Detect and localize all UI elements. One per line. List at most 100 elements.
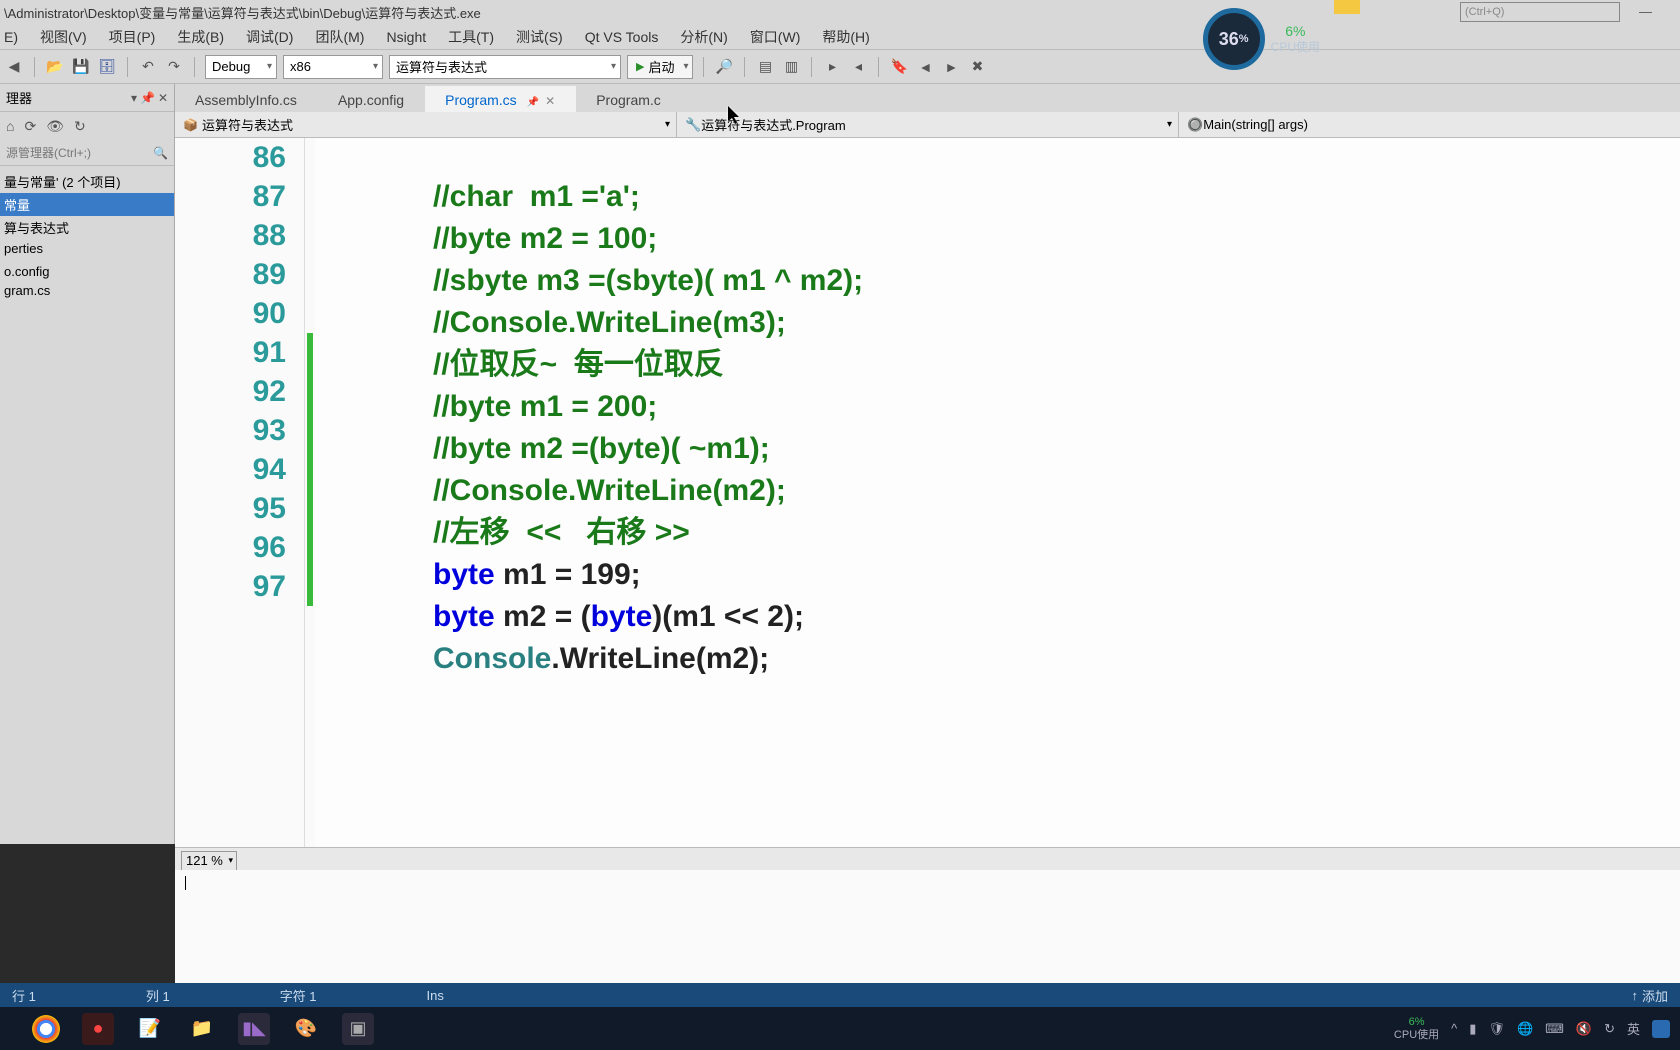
taskbar-explorer-icon[interactable]: 📁 [186,1013,218,1045]
cpu-ring: 36% [1203,8,1265,70]
comment-icon[interactable]: ▤ [755,57,775,77]
nav-member-dropdown[interactable]: 🔘Main(string[] args) [1179,112,1680,137]
notification-button[interactable] [1334,0,1360,14]
solution-title: 理器 ▾ 📌 ✕ [0,84,174,112]
window-title: \Administrator\Desktop\变量与常量\运算符与表达式\bin… [4,3,481,22]
code-nav-bar: 📦运算符与表达式 🔧运算符与表达式.Program 🔘Main(string[]… [175,112,1680,138]
tray-sync-icon[interactable]: ↻ [1604,1021,1615,1037]
taskbar-vs-icon[interactable]: ▮◣ [238,1013,270,1045]
menu-project[interactable]: 项目(P) [109,27,156,47]
tray-volume-icon[interactable]: 🔇 [1576,1021,1592,1037]
system-tray: 6%CPU使用 ^ ▮ 🛡 🌐 ⌨ 🔇 ↻ 英 [1394,1016,1670,1040]
tab-program-2[interactable]: Program.c [576,88,682,112]
menu-file[interactable]: E) [4,29,18,45]
save-icon[interactable]: 💾 [71,57,91,77]
nav-back-icon[interactable]: ◀ [4,57,24,77]
tray-chevron-up-icon[interactable]: ^ [1451,1021,1457,1036]
tree-appconfig[interactable]: o.config [0,262,174,281]
uncomment-icon[interactable]: ▥ [781,57,801,77]
tray-network-icon[interactable]: 🌐 [1517,1021,1533,1037]
tab-assemblyinfo[interactable]: AssemblyInfo.cs [175,88,318,112]
taskbar-paint-icon[interactable]: 🎨 [290,1013,322,1045]
status-add[interactable]: ↑ 添加 [1631,986,1668,1005]
undo-icon[interactable]: ↶ [138,57,158,77]
show-icon[interactable]: 👁 [46,118,64,135]
tree-project-2[interactable]: 算与表达式 [0,216,174,239]
outdent-icon[interactable]: ◂ [848,57,868,77]
save-all-icon[interactable]: 🗄 [97,57,117,77]
code-line: //char m1 ='a'; [433,180,640,213]
tree-project-1[interactable]: 常量 [0,193,174,216]
nav-type-dropdown[interactable]: 🔧运算符与表达式.Program [677,112,1179,137]
tray-app-icon[interactable] [1652,1020,1670,1038]
code-line: //byte m1 = 200; [433,390,657,423]
menu-build[interactable]: 生成(B) [177,27,224,47]
menu-nsight[interactable]: Nsight [386,29,426,45]
code-area[interactable]: //char m1 ='a'; //byte m2 = 100; //sbyte… [315,138,1680,847]
solution-tree: 量与常量' (2 个项目) 常量 算与表达式 perties o.config … [0,166,174,304]
line-numbers: 868788899091929394959697 [175,138,305,847]
menu-window[interactable]: 窗口(W) [750,27,801,47]
method-icon: 🔘 [1187,117,1203,133]
find-icon[interactable]: 🔎 [714,57,734,77]
tray-usb-icon[interactable]: ▮ [1469,1021,1476,1037]
code-line: //byte m2 =(byte)( ~m1); [433,432,770,465]
solution-search[interactable]: 源管理器(Ctrl+;)🔍 [0,140,174,166]
redo-icon[interactable]: ↷ [164,57,184,77]
code-line: Console.WriteLine(m2); [433,642,769,675]
code-editor[interactable]: 868788899091929394959697 //char m1 ='a';… [175,138,1680,847]
platform-dropdown[interactable]: x86 [283,55,383,79]
panel-dropdown-icon[interactable]: ▾ [131,91,137,105]
tab-appconfig[interactable]: App.config [318,88,425,112]
minimize-button[interactable]: — [1639,4,1652,19]
tray-ime-icon[interactable]: 英 [1627,1019,1640,1038]
taskbar-console-icon[interactable]: ▣ [342,1013,374,1045]
status-bar: 行 1 列 1 字符 1 Ins ↑ 添加 [0,983,1680,1007]
bookmark-prev-icon[interactable]: ◄ [915,57,935,77]
close-icon[interactable]: ✕ [545,94,555,108]
tree-programcs[interactable]: gram.cs [0,281,174,300]
nav-scope-dropdown[interactable]: 📦运算符与表达式 [175,112,677,137]
cpu-pct: 6% [1271,22,1320,40]
taskbar-notepad-icon[interactable]: 📝 [134,1013,166,1045]
class-icon: 🔧 [685,117,701,133]
change-margin [305,138,315,847]
menu-test[interactable]: 测试(S) [516,27,563,47]
code-line: byte m2 = (byte)(m1 << 2); [433,600,804,633]
panel-close-icon[interactable]: ✕ [158,91,168,105]
menu-view[interactable]: 视图(V) [40,27,87,47]
menu-debug[interactable]: 调试(D) [246,27,293,47]
solution-explorer: 理器 ▾ 📌 ✕ ⌂ ⟳ 👁 ↻ 源管理器(Ctrl+;)🔍 量与常量' (2 … [0,84,175,844]
bookmark-clear-icon[interactable]: ✖ [967,57,987,77]
tree-properties[interactable]: perties [0,239,174,258]
search-icon[interactable]: 🔍 [153,146,168,160]
config-dropdown[interactable]: Debug [205,55,277,79]
refresh-icon[interactable]: ↻ [74,118,86,135]
tray-keyboard-icon[interactable]: ⌨ [1545,1021,1564,1037]
home-icon[interactable]: ⌂ [6,118,14,134]
taskbar-recorder-icon[interactable]: ● [82,1013,114,1045]
tree-solution-root[interactable]: 量与常量' (2 个项目) [0,170,174,193]
panel-pin-icon[interactable]: 📌 [140,91,155,105]
menu-qt[interactable]: Qt VS Tools [585,29,659,45]
quick-launch-search[interactable]: (Ctrl+Q) [1460,2,1620,22]
status-ins: Ins [427,988,444,1003]
taskbar-chrome-icon[interactable] [30,1013,62,1045]
bookmark-next-icon[interactable]: ► [941,57,961,77]
open-icon[interactable]: 📂 [45,57,65,77]
start-debug-button[interactable]: 启动 [627,55,693,79]
indent-icon[interactable]: ▸ [822,57,842,77]
menu-analyze[interactable]: 分析(N) [680,27,727,47]
startup-project-dropdown[interactable]: 运算符与表达式 [389,55,621,79]
sync-icon[interactable]: ⟳ [24,118,36,135]
zoom-dropdown[interactable]: 121 % [181,851,237,871]
menu-tools[interactable]: 工具(T) [448,27,494,47]
menu-help[interactable]: 帮助(H) [822,27,869,47]
tab-program-active[interactable]: Program.cs📌✕ [425,86,576,112]
cpu-ring-unit: % [1239,33,1249,45]
code-line: //sbyte m3 =(sbyte)( m1 ^ m2); [433,264,863,297]
pin-icon[interactable]: 📌 [527,97,539,108]
menu-team[interactable]: 团队(M) [315,27,364,47]
bookmark-icon[interactable]: 🔖 [889,57,909,77]
tray-shield-icon[interactable]: 🛡 [1488,1021,1505,1037]
